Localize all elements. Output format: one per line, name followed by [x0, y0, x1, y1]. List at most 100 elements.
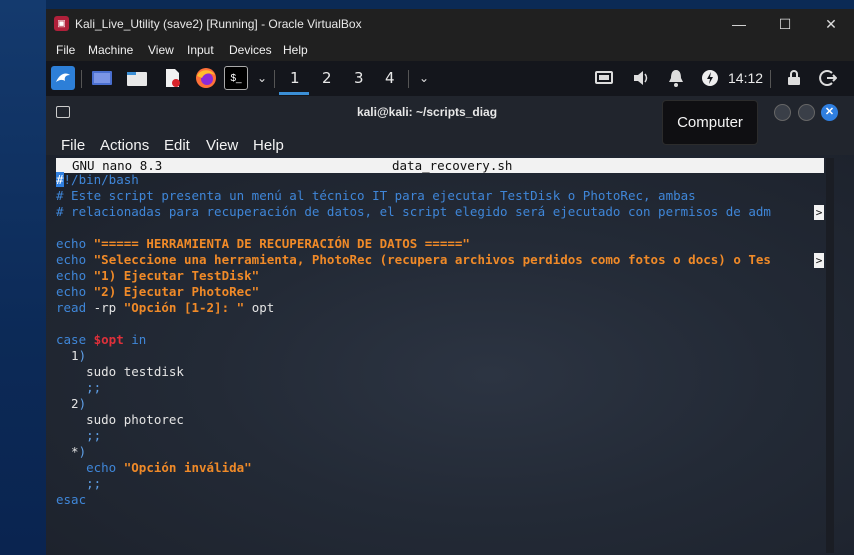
code-line: 1): [56, 348, 86, 364]
active-workspace-indicator: [279, 92, 309, 95]
panel-separator: [274, 70, 275, 88]
paren: ): [78, 396, 87, 411]
chevron-down-icon[interactable]: ⌄: [412, 66, 436, 90]
code-line: echo "===== HERRAMIENTA DE RECUPERACIÓN …: [56, 236, 470, 252]
workspace-1[interactable]: 1: [290, 69, 300, 87]
string: "Opción inválida": [116, 460, 252, 475]
flag: -rp: [86, 300, 124, 315]
file-manager-icon[interactable]: [125, 66, 149, 90]
nano-filename: data_recovery.sh: [392, 158, 513, 173]
code-line: echo "Opción inválida": [56, 460, 252, 476]
code-line: ;;: [56, 476, 102, 491]
text-editor-icon[interactable]: [160, 66, 184, 90]
minimize-button[interactable]: —: [716, 9, 762, 39]
case-label: *: [56, 444, 79, 459]
terminal-menu-actions[interactable]: Actions: [100, 137, 149, 154]
comment-line: # relacionadas para recuperación de dato…: [56, 204, 771, 219]
virtualbox-icon: ▣: [54, 16, 69, 31]
keyword: echo: [56, 268, 87, 283]
terminal-menu-help[interactable]: Help: [253, 137, 284, 154]
code-line: #!/bin/bash: [56, 172, 139, 188]
paren: ): [78, 348, 87, 363]
menu-devices[interactable]: Devices: [229, 43, 272, 57]
terminal-menu-view[interactable]: View: [206, 137, 238, 154]
variable: $opt: [86, 332, 124, 347]
nano-header: GNU nano 8.3 data_recovery.sh: [56, 158, 824, 173]
window-titlebar[interactable]: ▣ Kali_Live_Utility (save2) [Running] - …: [46, 9, 854, 39]
terminal-menu-file[interactable]: File: [61, 137, 85, 154]
line-truncated-marker: >: [814, 253, 824, 268]
comment-line: # Este script presenta un menú al técnic…: [56, 188, 696, 203]
menu-machine[interactable]: Machine: [88, 43, 133, 57]
menu-file[interactable]: File: [56, 43, 75, 57]
code-line: read -rp "Opción [1-2]: " opt: [56, 300, 274, 316]
menu-input[interactable]: Input: [187, 43, 214, 57]
logout-icon[interactable]: [816, 66, 840, 90]
vbox-menubar: File Machine View Input Devices Help: [46, 39, 854, 61]
terminal-maximize-button[interactable]: [798, 104, 815, 121]
shebang: !/bin/bash: [63, 172, 139, 187]
panel-separator: [408, 70, 409, 88]
xfce-panel: $_ ⌄ 1 2 3 4 ⌄ 14:12: [46, 61, 854, 96]
workspace-3[interactable]: 3: [354, 69, 364, 87]
paren: ): [78, 444, 87, 459]
desktop-background: [0, 0, 46, 555]
firefox-icon[interactable]: [194, 66, 218, 90]
menu-view[interactable]: View: [148, 43, 174, 57]
window-title: Kali_Live_Utility (save2) [Running] - Or…: [75, 17, 362, 31]
keyword: echo: [56, 236, 87, 251]
code-line: 2): [56, 396, 86, 412]
code-line: ;;: [56, 428, 102, 443]
virtualbox-window: ▣ Kali_Live_Utility (save2) [Running] - …: [46, 9, 854, 555]
tooltip: Computer: [662, 100, 758, 145]
desktop-icon[interactable]: [90, 66, 114, 90]
terminal-icon[interactable]: $_: [224, 66, 248, 90]
case-label: 2: [56, 396, 79, 411]
kali-dragon-icon[interactable]: [51, 66, 75, 90]
power-icon[interactable]: [698, 66, 722, 90]
string: "Opción [1-2]: ": [123, 300, 245, 315]
close-window-button[interactable]: ✕: [808, 9, 854, 39]
chevron-down-icon[interactable]: ⌄: [250, 66, 274, 90]
workspace-4[interactable]: 4: [385, 69, 395, 87]
notifications-icon[interactable]: [664, 66, 688, 90]
variable: opt: [244, 300, 275, 315]
case-label: 1: [56, 348, 79, 363]
vm-screen[interactable]: $_ ⌄ 1 2 3 4 ⌄ 14:12 kali@kali: ~/script…: [46, 61, 854, 555]
text-cursor: #: [56, 172, 64, 187]
string: "Seleccione una herramienta, PhotoRec (r…: [93, 252, 771, 267]
terminal-scrollbar[interactable]: [826, 158, 834, 553]
code-line: esac: [56, 492, 87, 507]
clock[interactable]: 14:12: [728, 70, 763, 86]
terminal-minimize-button[interactable]: [774, 104, 791, 121]
panel-separator: [81, 70, 82, 88]
keyword: case: [56, 332, 87, 347]
keyword: echo: [56, 284, 87, 299]
code-line: *): [56, 444, 86, 460]
terminal-menu-edit[interactable]: Edit: [164, 137, 190, 154]
keyword: echo: [56, 252, 87, 267]
panel-separator: [770, 70, 771, 88]
display-icon[interactable]: [592, 66, 616, 90]
code-line: ;;: [56, 380, 102, 395]
string: "1) Ejecutar TestDisk": [93, 268, 260, 283]
code-line: echo "2) Ejecutar PhotoRec": [56, 284, 259, 300]
menu-help[interactable]: Help: [283, 43, 308, 57]
lock-icon[interactable]: [782, 66, 806, 90]
nano-version: GNU nano 8.3: [72, 158, 163, 173]
keyword: echo: [56, 460, 117, 475]
code-line: echo "1) Ejecutar TestDisk": [56, 268, 259, 284]
string: "2) Ejecutar PhotoRec": [93, 284, 260, 299]
terminal-close-button[interactable]: ✕: [821, 104, 838, 121]
terminal-content[interactable]: GNU nano 8.3 data_recovery.sh #!/bin/bas…: [46, 155, 854, 555]
code-line: echo "Seleccione una herramienta, PhotoR…: [56, 252, 771, 268]
keyword: read: [56, 300, 87, 315]
volume-icon[interactable]: [629, 66, 653, 90]
line-truncated-marker: >: [814, 205, 824, 220]
string: "===== HERRAMIENTA DE RECUPERACIÓN DE DA…: [93, 236, 470, 251]
maximize-button[interactable]: ☐: [762, 9, 808, 39]
workspace-2[interactable]: 2: [322, 69, 332, 87]
code-line: case $opt in: [56, 332, 146, 348]
code-line: sudo testdisk: [56, 364, 184, 379]
keyword: in: [123, 332, 147, 347]
